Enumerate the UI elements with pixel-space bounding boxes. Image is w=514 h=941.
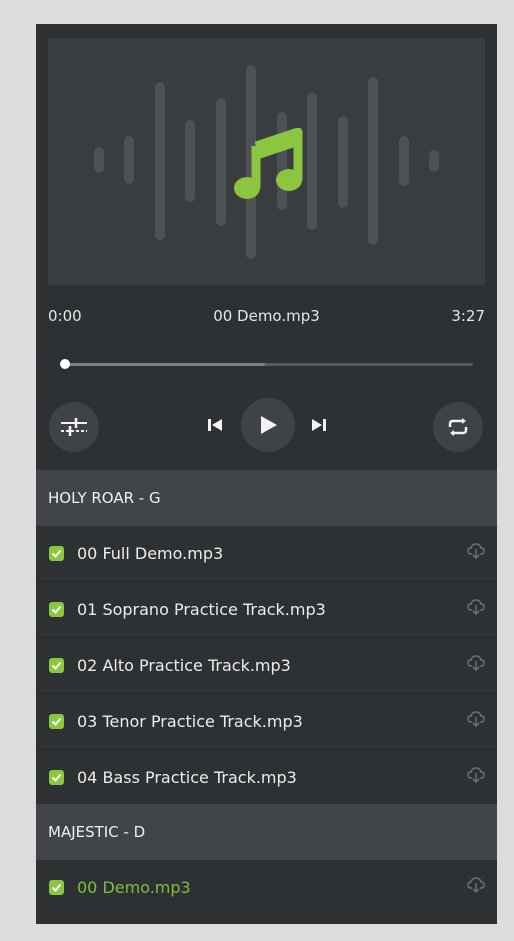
repeat-icon (448, 418, 468, 436)
waveform-bar (307, 92, 317, 230)
checkbox[interactable] (49, 770, 64, 785)
waveform-bar (216, 98, 226, 226)
checkbox[interactable] (49, 546, 64, 561)
checkbox[interactable] (49, 714, 64, 729)
waveform-bar (429, 150, 439, 172)
seek-handle[interactable] (60, 359, 70, 369)
track-label: 00 Full Demo.mp3 (77, 544, 224, 563)
repeat-button[interactable] (433, 402, 483, 452)
cloud-download-icon[interactable] (467, 598, 485, 616)
album-art (48, 38, 485, 285)
track-label: 03 Tenor Practice Track.mp3 (77, 712, 303, 731)
track-row-active[interactable]: 00 Demo.mp3 (36, 860, 497, 915)
buffered-fill (65, 363, 265, 366)
track-label: 04 Bass Practice Track.mp3 (77, 768, 297, 787)
play-icon (261, 416, 277, 434)
duration: 3:27 (451, 307, 485, 325)
playlist-section-header: MAJESTIC - D (36, 804, 497, 860)
track-row[interactable]: 03 Tenor Practice Track.mp3 (36, 694, 497, 750)
next-button[interactable] (306, 412, 332, 438)
waveform-bar (399, 136, 409, 186)
audio-player: 0:00 00 Demo.mp3 3:27 HOLY ROAR - G 00 F… (36, 24, 497, 924)
waveform-bar (185, 120, 195, 202)
time-row: 0:00 00 Demo.mp3 3:27 (48, 307, 485, 329)
track-label: 00 Demo.mp3 (77, 878, 191, 897)
track-row[interactable]: 02 Alto Practice Track.mp3 (36, 638, 497, 694)
skip-back-icon (208, 419, 222, 431)
cloud-download-icon[interactable] (467, 766, 485, 784)
checkmark-icon (51, 717, 62, 726)
music-note-icon (234, 128, 303, 199)
track-label: 01 Soprano Practice Track.mp3 (77, 600, 326, 619)
checkbox[interactable] (49, 602, 64, 617)
cloud-download-icon[interactable] (467, 710, 485, 728)
playlist-section-header: HOLY ROAR - G (36, 470, 497, 526)
track-row[interactable]: 04 Bass Practice Track.mp3 (36, 750, 497, 805)
checkbox[interactable] (49, 880, 64, 895)
sliders-icon (61, 418, 87, 436)
mixer-button[interactable] (49, 402, 99, 452)
waveform-bar (94, 147, 104, 173)
cloud-download-icon[interactable] (467, 654, 485, 672)
skip-forward-icon (312, 419, 326, 431)
track-row[interactable]: 00 Full Demo.mp3 (36, 526, 497, 582)
checkmark-icon (51, 605, 62, 614)
cloud-download-icon[interactable] (467, 876, 485, 894)
play-button[interactable] (241, 398, 295, 452)
waveform-bar (124, 136, 134, 184)
checkmark-icon (51, 549, 62, 558)
previous-button[interactable] (202, 412, 228, 438)
cloud-download-icon[interactable] (467, 542, 485, 560)
checkbox[interactable] (49, 658, 64, 673)
seek-bar[interactable] (60, 359, 473, 369)
track-label: 02 Alto Practice Track.mp3 (77, 656, 291, 675)
waveform-bar (155, 82, 165, 240)
now-playing-title: 00 Demo.mp3 (213, 307, 320, 325)
waveform-bar (338, 116, 348, 208)
checkmark-icon (51, 661, 62, 670)
waveform-bar (368, 77, 378, 245)
checkmark-icon (51, 883, 62, 892)
track-row[interactable]: 01 Soprano Practice Track.mp3 (36, 582, 497, 638)
checkmark-icon (51, 773, 62, 782)
